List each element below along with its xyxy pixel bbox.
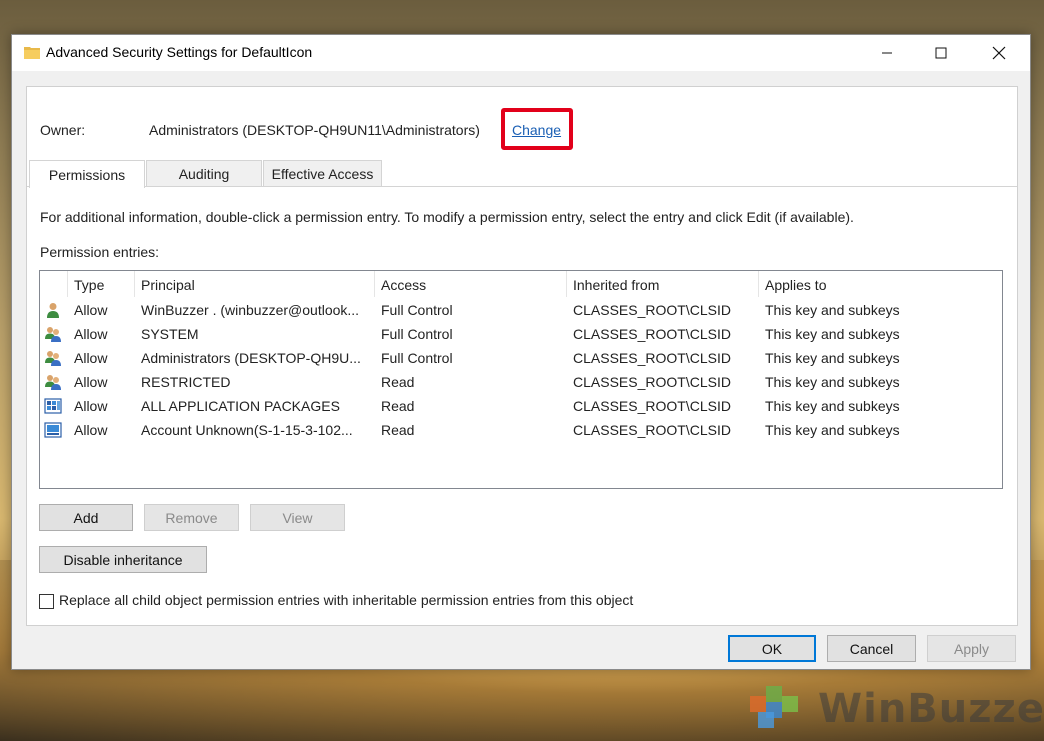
table-row[interactable]: Allow ALL APPLICATION PACKAGES Read CLAS… (40, 394, 1002, 418)
cell-type: Allow (74, 350, 108, 366)
cell-principal: Administrators (DESKTOP-QH9U... (141, 350, 361, 366)
remove-button[interactable]: Remove (144, 504, 239, 531)
table-row[interactable]: Allow SYSTEM Full Control CLASSES_ROOT\C… (40, 322, 1002, 346)
replace-entries-checkbox[interactable] (39, 594, 54, 609)
owner-label: Owner: (40, 122, 86, 138)
table-row[interactable]: Allow RESTRICTED Read CLASSES_ROOT\CLSID… (40, 370, 1002, 394)
view-button[interactable]: View (250, 504, 345, 531)
cell-access: Full Control (381, 302, 453, 318)
cell-principal: WinBuzzer . (winbuzzer@outlook... (141, 302, 360, 318)
permission-entries-label: Permission entries: (40, 244, 160, 260)
table-row[interactable]: Allow Account Unknown(S-1-15-3-102... Re… (40, 418, 1002, 442)
owner-value: Administrators (DESKTOP-QH9UN11\Administ… (149, 122, 480, 138)
window-title: Advanced Security Settings for DefaultIc… (46, 44, 313, 60)
tab-effective-access[interactable]: Effective Access (263, 160, 382, 186)
cell-type: Allow (74, 422, 108, 438)
user-icon (47, 303, 59, 318)
advanced-security-dialog: Advanced Security Settings for DefaultIc… (11, 34, 1031, 670)
tab-divider (27, 186, 1017, 187)
cell-principal: ALL APPLICATION PACKAGES (141, 398, 340, 414)
content-panel: Owner: Administrators (DESKTOP-QH9UN11\A… (26, 86, 1018, 626)
apply-button[interactable]: Apply (927, 635, 1016, 662)
winbuzzer-watermark: WinBuzzer (740, 676, 1044, 736)
close-button[interactable] (976, 35, 1022, 71)
permission-entries-list[interactable]: Type Principal Access Inherited from App… (39, 270, 1003, 489)
column-header-icon[interactable] (40, 271, 68, 297)
table-row[interactable]: Allow WinBuzzer . (winbuzzer@outlook... … (40, 298, 1002, 322)
cell-access: Full Control (381, 326, 453, 342)
maximize-icon (935, 47, 947, 59)
minimize-button[interactable] (864, 35, 910, 71)
cell-type: Allow (74, 398, 108, 414)
cancel-button[interactable]: Cancel (827, 635, 916, 662)
disable-inheritance-button[interactable]: Disable inheritance (39, 546, 207, 573)
column-header-inherited-from[interactable]: Inherited from (567, 271, 759, 297)
change-owner-link[interactable]: Change (512, 122, 561, 138)
info-text: For additional information, double-click… (40, 209, 854, 225)
cell-inherited-from: CLASSES_ROOT\CLSID (573, 374, 731, 390)
cell-type: Allow (74, 302, 108, 318)
table-row[interactable]: Allow Administrators (DESKTOP-QH9U... Fu… (40, 346, 1002, 370)
tab-auditing[interactable]: Auditing (146, 160, 262, 186)
group-icon (45, 327, 61, 342)
group-icon (45, 351, 61, 366)
column-header-type[interactable]: Type (68, 271, 135, 297)
cell-applies-to: This key and subkeys (765, 398, 900, 414)
list-header: Type Principal Access Inherited from App… (40, 271, 1002, 297)
cell-inherited-from: CLASSES_ROOT\CLSID (573, 302, 731, 318)
unknown-account-icon (44, 422, 62, 438)
replace-entries-label[interactable]: Replace all child object permission entr… (59, 592, 633, 608)
cell-access: Read (381, 422, 415, 438)
cell-applies-to: This key and subkeys (765, 374, 900, 390)
winbuzzer-logo-icon (750, 686, 798, 728)
cell-inherited-from: CLASSES_ROOT\CLSID (573, 350, 731, 366)
column-header-principal[interactable]: Principal (135, 271, 375, 297)
cell-inherited-from: CLASSES_ROOT\CLSID (573, 326, 731, 342)
cell-applies-to: This key and subkeys (765, 350, 900, 366)
cell-applies-to: This key and subkeys (765, 422, 900, 438)
cell-type: Allow (74, 326, 108, 342)
watermark-text: WinBuzzer (818, 686, 1044, 732)
cell-access: Read (381, 398, 415, 414)
maximize-button[interactable] (918, 35, 964, 71)
cell-access: Read (381, 374, 415, 390)
cell-principal: RESTRICTED (141, 374, 231, 390)
cell-inherited-from: CLASSES_ROOT\CLSID (573, 422, 731, 438)
ok-button[interactable]: OK (728, 635, 816, 662)
column-header-access[interactable]: Access (375, 271, 567, 297)
cell-access: Full Control (381, 350, 453, 366)
cell-applies-to: This key and subkeys (765, 326, 900, 342)
cell-principal: Account Unknown(S-1-15-3-102... (141, 422, 353, 438)
cell-type: Allow (74, 374, 108, 390)
folder-icon (24, 47, 40, 59)
title-bar[interactable]: Advanced Security Settings for DefaultIc… (12, 35, 1030, 71)
cell-applies-to: This key and subkeys (765, 302, 900, 318)
tab-permissions[interactable]: Permissions (29, 160, 145, 188)
cell-principal: SYSTEM (141, 326, 199, 342)
app-packages-icon (44, 398, 62, 414)
column-header-applies-to[interactable]: Applies to (759, 271, 1002, 297)
close-icon (992, 46, 1006, 60)
cell-inherited-from: CLASSES_ROOT\CLSID (573, 398, 731, 414)
group-icon (45, 375, 61, 390)
add-button[interactable]: Add (39, 504, 133, 531)
minimize-icon (882, 52, 892, 54)
